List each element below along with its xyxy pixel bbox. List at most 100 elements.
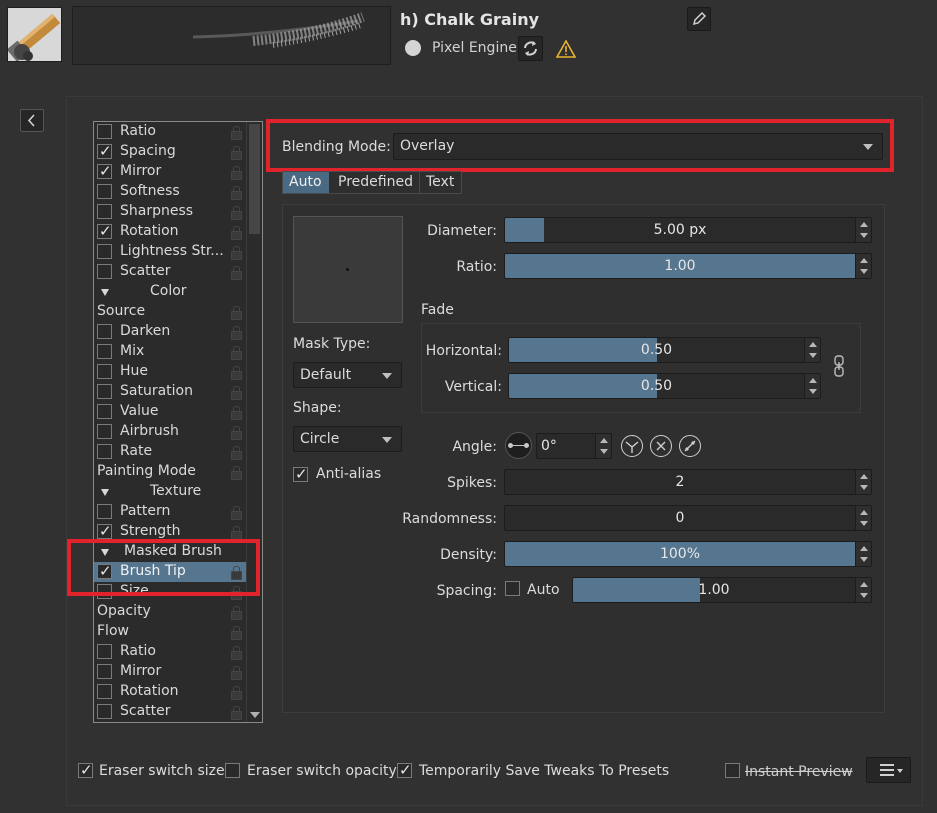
option-row[interactable]: Lightness Str... [94, 242, 246, 262]
lock-icon[interactable] [231, 666, 242, 680]
option-row[interactable]: Sharpness [94, 202, 246, 222]
eraser-opacity-checkbox[interactable] [225, 763, 240, 778]
option-row[interactable]: Rate [94, 442, 246, 462]
option-checkbox[interactable] [97, 522, 112, 540]
scrollbar-thumb[interactable] [249, 124, 260, 234]
shape-select[interactable]: Circle [293, 426, 402, 452]
diagonal-icon[interactable] [679, 435, 701, 457]
option-checkbox[interactable] [97, 664, 112, 679]
collapse-panel-button[interactable] [20, 109, 44, 132]
lock-icon[interactable] [231, 606, 242, 620]
lock-icon[interactable] [231, 706, 242, 720]
option-row[interactable]: Mix [94, 342, 246, 362]
option-checkbox[interactable] [97, 124, 112, 139]
lock-icon[interactable] [231, 206, 242, 220]
tab-predefined[interactable]: Predefined [330, 172, 420, 193]
edit-name-button[interactable] [687, 7, 711, 31]
lock-icon[interactable] [231, 306, 242, 320]
lock-icon[interactable] [231, 326, 242, 340]
option-row[interactable]: Scatter [94, 262, 246, 282]
option-row[interactable]: Airbrush [94, 422, 246, 442]
option-row[interactable]: Softness [94, 182, 246, 202]
angle-stepper[interactable] [595, 434, 611, 458]
horizontal-spinbox[interactable]: 0.50 [508, 337, 821, 363]
lock-icon[interactable] [231, 406, 242, 420]
scroll-down-icon[interactable] [250, 712, 260, 718]
option-row[interactable]: Source [94, 302, 246, 322]
option-checkbox[interactable] [97, 244, 112, 259]
option-checkbox[interactable] [97, 264, 112, 279]
option-row[interactable]: Rotation [94, 682, 246, 702]
randomness-spinbox[interactable]: 0 [504, 505, 872, 531]
option-checkbox[interactable] [97, 204, 112, 219]
option-row[interactable]: Darken [94, 322, 246, 342]
lock-icon[interactable] [231, 466, 242, 480]
lock-icon[interactable] [231, 446, 242, 460]
reload-preset-button[interactable] [518, 36, 543, 61]
anti-alias-checkbox[interactable] [293, 465, 308, 483]
option-checkbox[interactable] [97, 704, 112, 719]
lock-icon[interactable] [231, 246, 242, 260]
option-checkbox[interactable] [97, 364, 112, 379]
option-row[interactable]: Color [94, 282, 246, 302]
option-row[interactable]: Texture [94, 482, 246, 502]
save-tweaks-checkbox[interactable] [397, 761, 412, 779]
option-checkbox[interactable] [97, 162, 112, 180]
diameter-stepper[interactable] [855, 218, 871, 242]
lock-icon[interactable] [231, 186, 242, 200]
list-scrollbar[interactable] [246, 122, 262, 722]
lock-icon[interactable] [231, 166, 242, 180]
lock-icon[interactable] [231, 366, 242, 380]
eraser-size-checkbox[interactable] [78, 761, 93, 779]
tab-auto[interactable]: Auto [283, 172, 329, 193]
flip-horizontal-icon[interactable] [621, 435, 643, 457]
option-checkbox[interactable] [97, 184, 112, 199]
option-row[interactable]: Hue [94, 362, 246, 382]
option-row[interactable]: Pattern [94, 502, 246, 522]
option-checkbox[interactable] [97, 644, 112, 659]
lock-icon[interactable] [231, 426, 242, 440]
instant-preview-checkbox[interactable] [725, 763, 740, 778]
vertical-stepper[interactable] [804, 374, 820, 398]
option-row[interactable]: Ratio [94, 122, 246, 142]
lock-icon[interactable] [231, 266, 242, 280]
ratio-stepper[interactable] [855, 254, 871, 278]
vertical-spinbox[interactable]: 0.50 [508, 373, 821, 399]
spacing-stepper[interactable] [855, 578, 871, 602]
lock-icon[interactable] [231, 626, 242, 640]
diameter-spinbox[interactable]: 5.00 px [504, 217, 872, 243]
option-checkbox[interactable] [97, 324, 112, 339]
density-spinbox[interactable]: 100% [504, 541, 872, 567]
option-row[interactable]: Saturation [94, 382, 246, 402]
lock-icon[interactable] [231, 346, 242, 360]
option-checkbox[interactable] [97, 444, 112, 459]
lock-icon[interactable] [231, 146, 242, 160]
angle-dial[interactable] [505, 432, 532, 459]
lock-icon[interactable] [231, 386, 242, 400]
options-list[interactable]: Ratio Spacing Mirror Softness Sharpness Rotat… [93, 121, 263, 723]
density-stepper[interactable] [855, 542, 871, 566]
collapse-triangle-icon[interactable] [101, 289, 109, 296]
option-row[interactable]: Flow [94, 622, 246, 642]
collapse-triangle-icon[interactable] [101, 489, 109, 496]
spikes-spinbox[interactable]: 2 [504, 469, 872, 495]
rotate-icon[interactable] [650, 435, 672, 457]
link-icon[interactable] [833, 355, 845, 377]
option-checkbox[interactable] [97, 424, 112, 439]
lock-icon[interactable] [231, 506, 242, 520]
preset-thumbnail[interactable] [7, 7, 62, 62]
randomness-stepper[interactable] [855, 506, 871, 530]
option-row[interactable]: Scatter [94, 702, 246, 722]
option-row[interactable]: Spacing [94, 142, 246, 162]
option-checkbox[interactable] [97, 504, 112, 519]
option-checkbox[interactable] [97, 684, 112, 699]
lock-icon[interactable] [231, 686, 242, 700]
spacing-auto-checkbox[interactable] [505, 581, 520, 596]
options-menu-button[interactable] [866, 757, 911, 783]
option-row[interactable]: Ratio [94, 642, 246, 662]
horizontal-stepper[interactable] [804, 338, 820, 362]
option-row[interactable]: Value [94, 402, 246, 422]
option-checkbox[interactable] [97, 344, 112, 359]
option-row[interactable]: Mirror [94, 162, 246, 182]
option-row[interactable]: Opacity [94, 602, 246, 622]
